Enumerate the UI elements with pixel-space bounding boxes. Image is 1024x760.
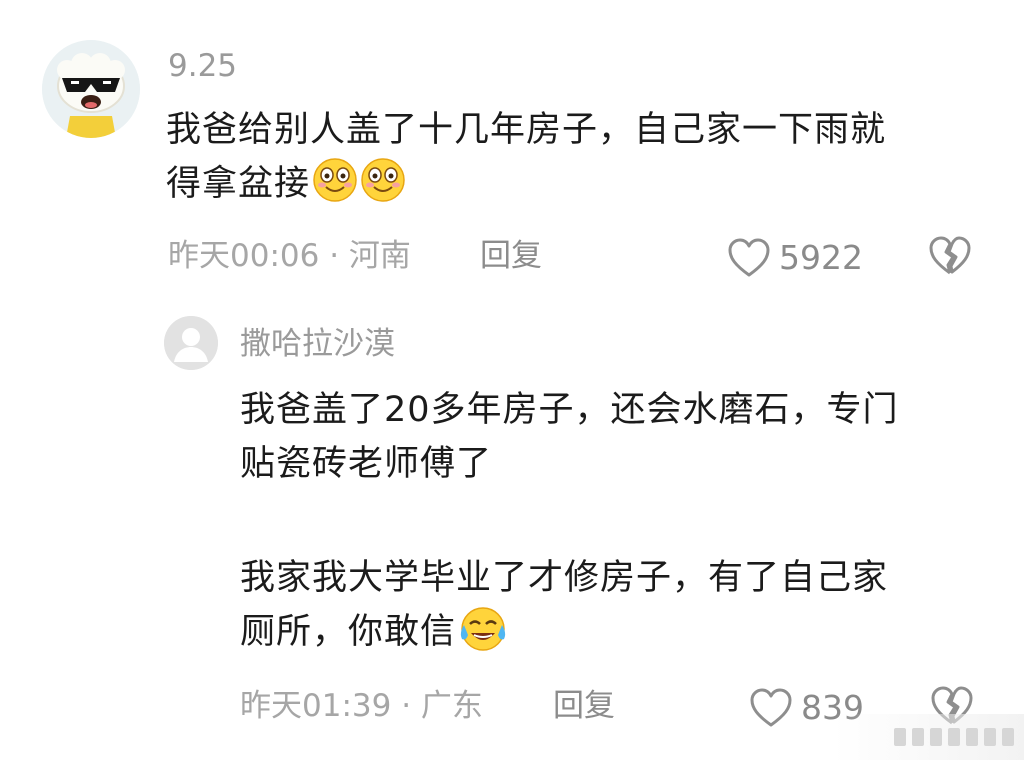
- heart-icon: [728, 238, 770, 277]
- reply-button[interactable]: 回复: [553, 688, 615, 724]
- broken-heart-icon: [929, 236, 971, 275]
- watermark-mark: [912, 728, 924, 746]
- default-user-avatar-icon: [164, 316, 218, 370]
- like-count: 5922: [779, 238, 863, 277]
- meta-separator: ·: [391, 688, 421, 724]
- comment-meta: 昨天01:39 · 广东: [240, 688, 483, 724]
- watermark-mark: [966, 728, 978, 746]
- user-avatar[interactable]: [42, 40, 140, 138]
- comment-time: 昨天01:39: [240, 688, 392, 724]
- comment-text-line: 得拿盆接: [166, 164, 311, 204]
- watermark-mark: [930, 728, 942, 746]
- comment-text-line: 贴瓷砖老师傅了: [240, 444, 493, 484]
- like-button[interactable]: 5922: [727, 238, 863, 278]
- comment-text-line: 我爸盖了20多年房子，还会水磨石，专门: [240, 390, 899, 430]
- sheep-sunglasses-avatar-icon: [42, 40, 140, 138]
- smile-emoji-icon: [313, 158, 357, 202]
- watermark-mark: [948, 728, 960, 746]
- comment-text-line-with-emoji: 厕所，你敢信: [240, 605, 899, 659]
- username[interactable]: 撒哈拉沙漠: [240, 326, 395, 362]
- dislike-button[interactable]: [928, 236, 972, 280]
- watermark-mark: [1002, 728, 1014, 746]
- comment-time: 昨天00:06: [168, 238, 320, 274]
- watermark-mark: [894, 728, 906, 746]
- comment-text-line: 我爸给别人盖了十几年房子，自己家一下雨就: [166, 110, 887, 150]
- comment-body: 我爸盖了20多年房子，还会水磨石，专门 贴瓷砖老师傅了 我家我大学毕业了才修房子…: [240, 383, 899, 659]
- tears-of-joy-emoji-icon: [460, 607, 506, 651]
- reply-button[interactable]: 回复: [480, 238, 542, 274]
- comment-text-line-with-emoji: 得拿盆接: [166, 157, 886, 211]
- comment-location: 河南: [348, 238, 411, 274]
- user-avatar[interactable]: [164, 316, 218, 370]
- comment-meta: 昨天00:06 · 河南: [168, 238, 411, 274]
- username[interactable]: 9.25: [168, 48, 237, 84]
- comment-text-line: 厕所，你敢信: [240, 612, 457, 652]
- comment-location: 广东: [420, 688, 483, 724]
- smile-emoji-icon: [361, 158, 405, 202]
- heart-icon: [750, 688, 792, 727]
- meta-separator: ·: [319, 238, 349, 274]
- watermark: [834, 714, 1024, 760]
- comment-text-line: 我家我大学毕业了才修房子，有了自己家: [240, 558, 889, 598]
- watermark-mark: [984, 728, 996, 746]
- comment-body: 我爸给别人盖了十几年房子，自己家一下雨就 得拿盆接: [166, 103, 886, 211]
